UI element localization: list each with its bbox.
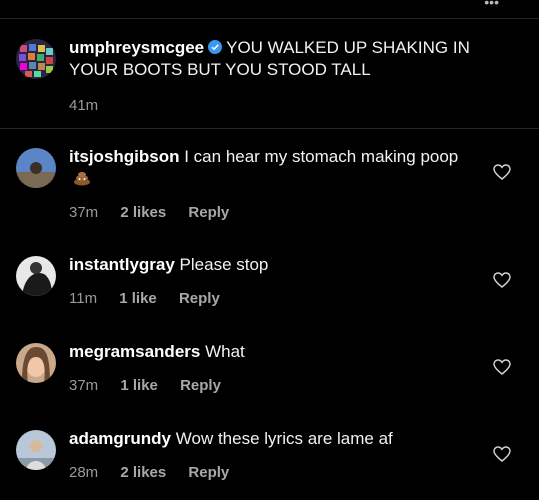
reply-button[interactable]: Reply — [188, 204, 229, 221]
caption-meta: 41m — [69, 97, 479, 114]
avatar[interactable] — [16, 256, 56, 296]
poop-emoji-icon — [74, 172, 90, 186]
heart-icon[interactable] — [493, 164, 511, 180]
avatar[interactable] — [16, 343, 56, 383]
avatar-image — [16, 430, 56, 470]
top-bar: ••• — [0, 0, 539, 19]
comment-meta: 37m 2 likes Reply — [69, 204, 479, 221]
comment-text-line: instantlygray Please stop — [69, 254, 479, 276]
avatar[interactable] — [16, 39, 56, 79]
comment-username[interactable]: megramsanders — [69, 342, 200, 361]
reply-button[interactable]: Reply — [180, 377, 221, 394]
likes-count[interactable]: 1 like — [120, 377, 158, 394]
likes-count[interactable]: 2 likes — [120, 204, 166, 221]
comment-body: itsjoshgibson I can hear my stomach maki… — [69, 146, 479, 221]
comment-text: Wow these lyrics are lame af — [175, 429, 393, 448]
comment-meta: 28m 2 likes Reply — [69, 464, 479, 481]
heart-icon[interactable] — [493, 359, 511, 375]
comment-username[interactable]: itsjoshgibson — [69, 147, 180, 166]
heart-icon[interactable] — [493, 446, 511, 462]
comment-time: 37m — [69, 204, 99, 221]
comment-meta: 37m 1 like Reply — [69, 377, 479, 394]
avatar-image — [16, 343, 56, 383]
more-options-icon[interactable]: ••• — [484, 0, 499, 10]
comment-text-line: itsjoshgibson I can hear my stomach maki… — [69, 146, 479, 190]
avatar-image — [16, 256, 56, 296]
reply-button[interactable]: Reply — [188, 464, 229, 481]
likes-count[interactable]: 2 likes — [120, 464, 166, 481]
caption-text-line: umphreysmcgee YOU WALKED UP SHAKING IN YO… — [69, 37, 479, 81]
caption-body: umphreysmcgee YOU WALKED UP SHAKING IN YO… — [69, 37, 479, 114]
comment-time: 37m — [69, 377, 99, 394]
comment-body: adamgrundy Wow these lyrics are lame af … — [69, 428, 479, 481]
heart-icon[interactable] — [493, 272, 511, 288]
comment-meta: 11m 1 like Reply — [69, 290, 479, 307]
caption-time: 41m — [69, 97, 99, 114]
comment-time: 11m — [69, 290, 98, 307]
avatar-image — [16, 39, 56, 79]
comment-text: What — [205, 342, 245, 361]
comment-text: Please stop — [179, 255, 269, 274]
comment-text-line: adamgrundy Wow these lyrics are lame af — [69, 428, 479, 450]
avatar[interactable] — [16, 430, 56, 470]
comment-username[interactable]: instantlygray — [69, 255, 175, 274]
caption-username[interactable]: umphreysmcgee — [69, 38, 204, 57]
comment-username[interactable]: adamgrundy — [69, 429, 171, 448]
comment-text-line: megramsanders What — [69, 341, 479, 363]
avatar[interactable] — [16, 148, 56, 188]
avatar-image — [16, 148, 56, 188]
comment-body: megramsanders What 37m 1 like Reply — [69, 341, 479, 394]
reply-button[interactable]: Reply — [179, 290, 220, 307]
comment-time: 28m — [69, 464, 99, 481]
likes-count[interactable]: 1 like — [119, 290, 157, 307]
comment-body: instantlygray Please stop 11m 1 like Rep… — [69, 254, 479, 307]
comment-text: I can hear my stomach making poop — [184, 147, 459, 166]
verified-badge-icon — [208, 40, 223, 54]
post-caption: umphreysmcgee YOU WALKED UP SHAKING IN YO… — [0, 19, 539, 129]
